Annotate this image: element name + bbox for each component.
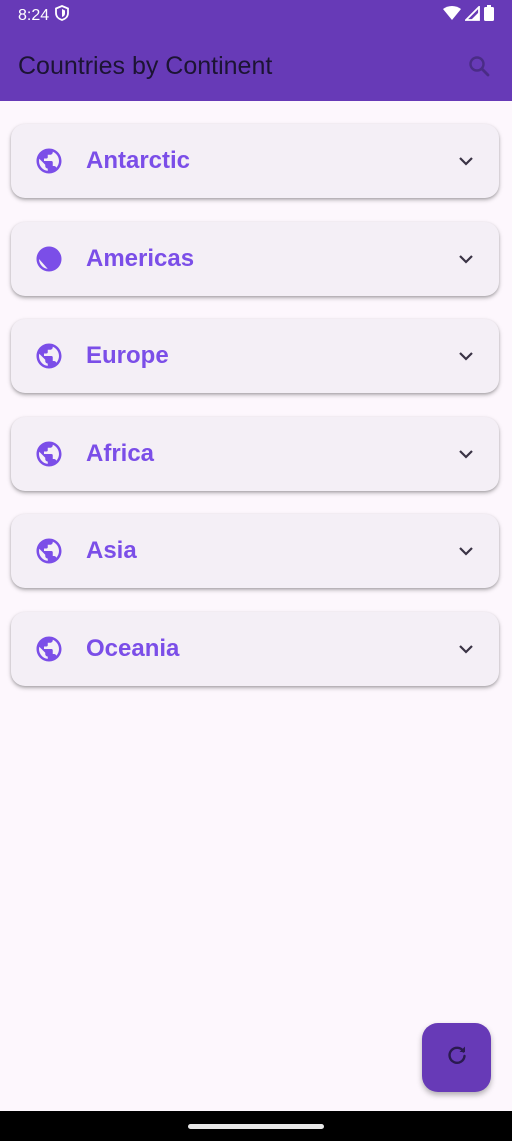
continent-label: Oceania xyxy=(86,634,180,662)
globe-icon xyxy=(33,535,65,567)
continent-card-antarctic[interactable]: Antarctic xyxy=(11,124,499,198)
chevron-down-icon[interactable] xyxy=(455,345,477,367)
continent-label: Africa xyxy=(86,439,155,467)
continent-card-asia[interactable]: Asia xyxy=(11,514,499,588)
chevron-down-icon[interactable] xyxy=(455,638,477,660)
home-gesture-handle[interactable] xyxy=(188,1123,324,1129)
chevron-down-icon[interactable] xyxy=(455,443,477,465)
continent-card-africa[interactable]: Africa xyxy=(11,416,499,491)
continent-card-oceania[interactable]: Oceania xyxy=(11,611,499,686)
continent-label: Europe xyxy=(86,342,169,369)
globe-icon xyxy=(33,633,65,665)
chevron-down-icon[interactable] xyxy=(455,540,477,562)
system-nav-bar xyxy=(0,1111,512,1141)
continent-card-europe[interactable]: Europe xyxy=(11,319,499,393)
status-icons xyxy=(443,4,494,26)
refresh-icon xyxy=(445,1043,469,1072)
signal-icon xyxy=(463,4,480,26)
app-bar: Countries by Continent xyxy=(0,31,512,101)
search-icon[interactable] xyxy=(464,51,494,81)
status-time: 8:24 xyxy=(18,6,50,24)
globe-icon xyxy=(33,340,65,372)
continent-label: Asia xyxy=(86,537,137,564)
status-bar: 8:24 xyxy=(0,0,512,31)
continent-label: Americas xyxy=(86,244,195,272)
chevron-down-icon[interactable] xyxy=(455,248,477,270)
globe-icon xyxy=(33,438,65,470)
globe-icon xyxy=(33,243,65,275)
shield-icon xyxy=(55,5,70,26)
wifi-icon xyxy=(443,6,461,25)
refresh-button[interactable] xyxy=(422,1023,491,1092)
globe-icon xyxy=(33,145,65,177)
chevron-down-icon[interactable] xyxy=(455,150,477,172)
page-title: Countries by Continent xyxy=(18,51,273,80)
battery-icon xyxy=(484,5,494,26)
continent-label: Antarctic xyxy=(86,147,191,174)
continent-list: Antarctic Americas Europe Africa Asia Oc… xyxy=(11,124,499,709)
continent-card-americas[interactable]: Americas xyxy=(11,221,499,296)
